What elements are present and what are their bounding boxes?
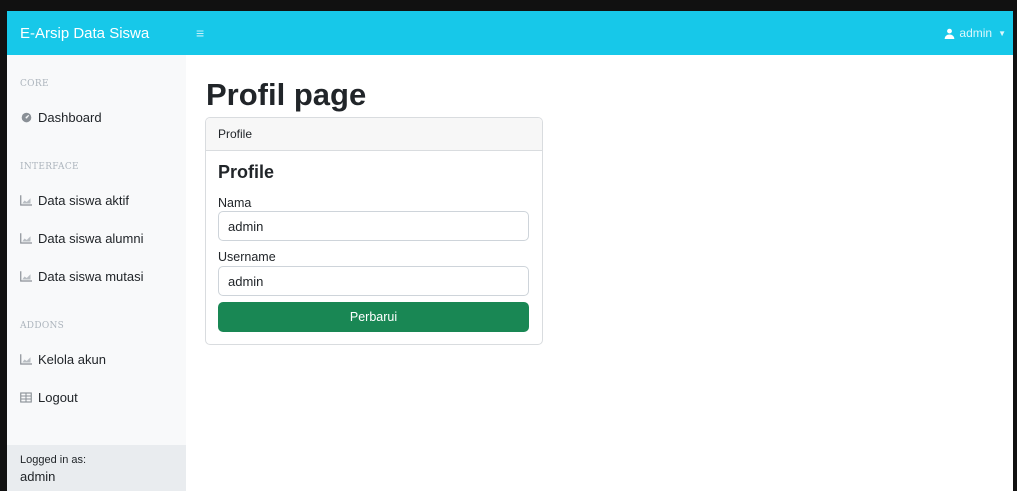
- user-dropdown[interactable]: admin ▼: [944, 26, 1006, 40]
- menu-icon[interactable]: ≡: [196, 25, 210, 41]
- sidebar-footer: Logged in as: admin: [7, 445, 186, 491]
- sidebar-item-kelola-akun[interactable]: Kelola akun: [20, 352, 106, 367]
- sidebar-item-logout[interactable]: Logout: [20, 390, 78, 405]
- sidebar-heading-interface: INTERFACE: [20, 162, 79, 172]
- sidebar-item-data-siswa-alumni[interactable]: Data siswa alumni: [20, 231, 144, 246]
- sidebar-item-label: Kelola akun: [38, 352, 106, 367]
- sidebar-item-dashboard[interactable]: Dashboard: [20, 110, 102, 125]
- page-title: Profil page: [206, 77, 367, 112]
- sidebar-item-label: Data siswa alumni: [38, 231, 144, 246]
- area-chart-icon: [20, 195, 32, 207]
- profile-card: Profile Profile Nama Username Perbarui: [205, 117, 543, 345]
- sidebar: CORE Dashboard INTERFACE Data siswa akti…: [7, 55, 186, 491]
- card-title: Profile: [218, 162, 275, 182]
- speedometer-icon: [20, 112, 32, 124]
- nama-label: Nama: [218, 196, 252, 210]
- area-chart-icon: [20, 271, 32, 283]
- brand-title[interactable]: E-Arsip Data Siswa: [7, 25, 187, 42]
- card-header: Profile: [206, 118, 542, 151]
- sidebar-item-label: Logout: [38, 390, 78, 405]
- area-chart-icon: [20, 233, 32, 245]
- app-frame: E-Arsip Data Siswa ≡ admin ▼ CORE Dashbo…: [0, 0, 1017, 491]
- username-label: Username: [218, 250, 276, 264]
- table-icon: [20, 392, 32, 404]
- sidebar-item-data-siswa-mutasi[interactable]: Data siswa mutasi: [20, 269, 143, 284]
- perbarui-button[interactable]: Perbarui: [218, 302, 529, 332]
- logged-in-caption: Logged in as:: [20, 454, 87, 466]
- sidebar-item-label: Dashboard: [38, 110, 102, 125]
- sidebar-item-label: Data siswa aktif: [38, 193, 130, 208]
- user-icon: [944, 28, 955, 39]
- sidebar-item-data-siswa-aktif[interactable]: Data siswa aktif: [20, 193, 129, 208]
- sidebar-heading-addons: ADDONS: [20, 321, 65, 331]
- user-name: admin: [959, 26, 993, 40]
- caret-down-icon: ▼: [998, 28, 1006, 38]
- nama-field[interactable]: [218, 211, 529, 241]
- username-field[interactable]: [218, 266, 529, 296]
- area-chart-icon: [20, 354, 32, 366]
- sidebar-item-label: Data siswa mutasi: [38, 269, 144, 284]
- logged-in-username: admin: [20, 469, 56, 484]
- top-navbar: E-Arsip Data Siswa ≡ admin ▼: [7, 11, 1013, 55]
- sidebar-heading-core: CORE: [20, 79, 49, 89]
